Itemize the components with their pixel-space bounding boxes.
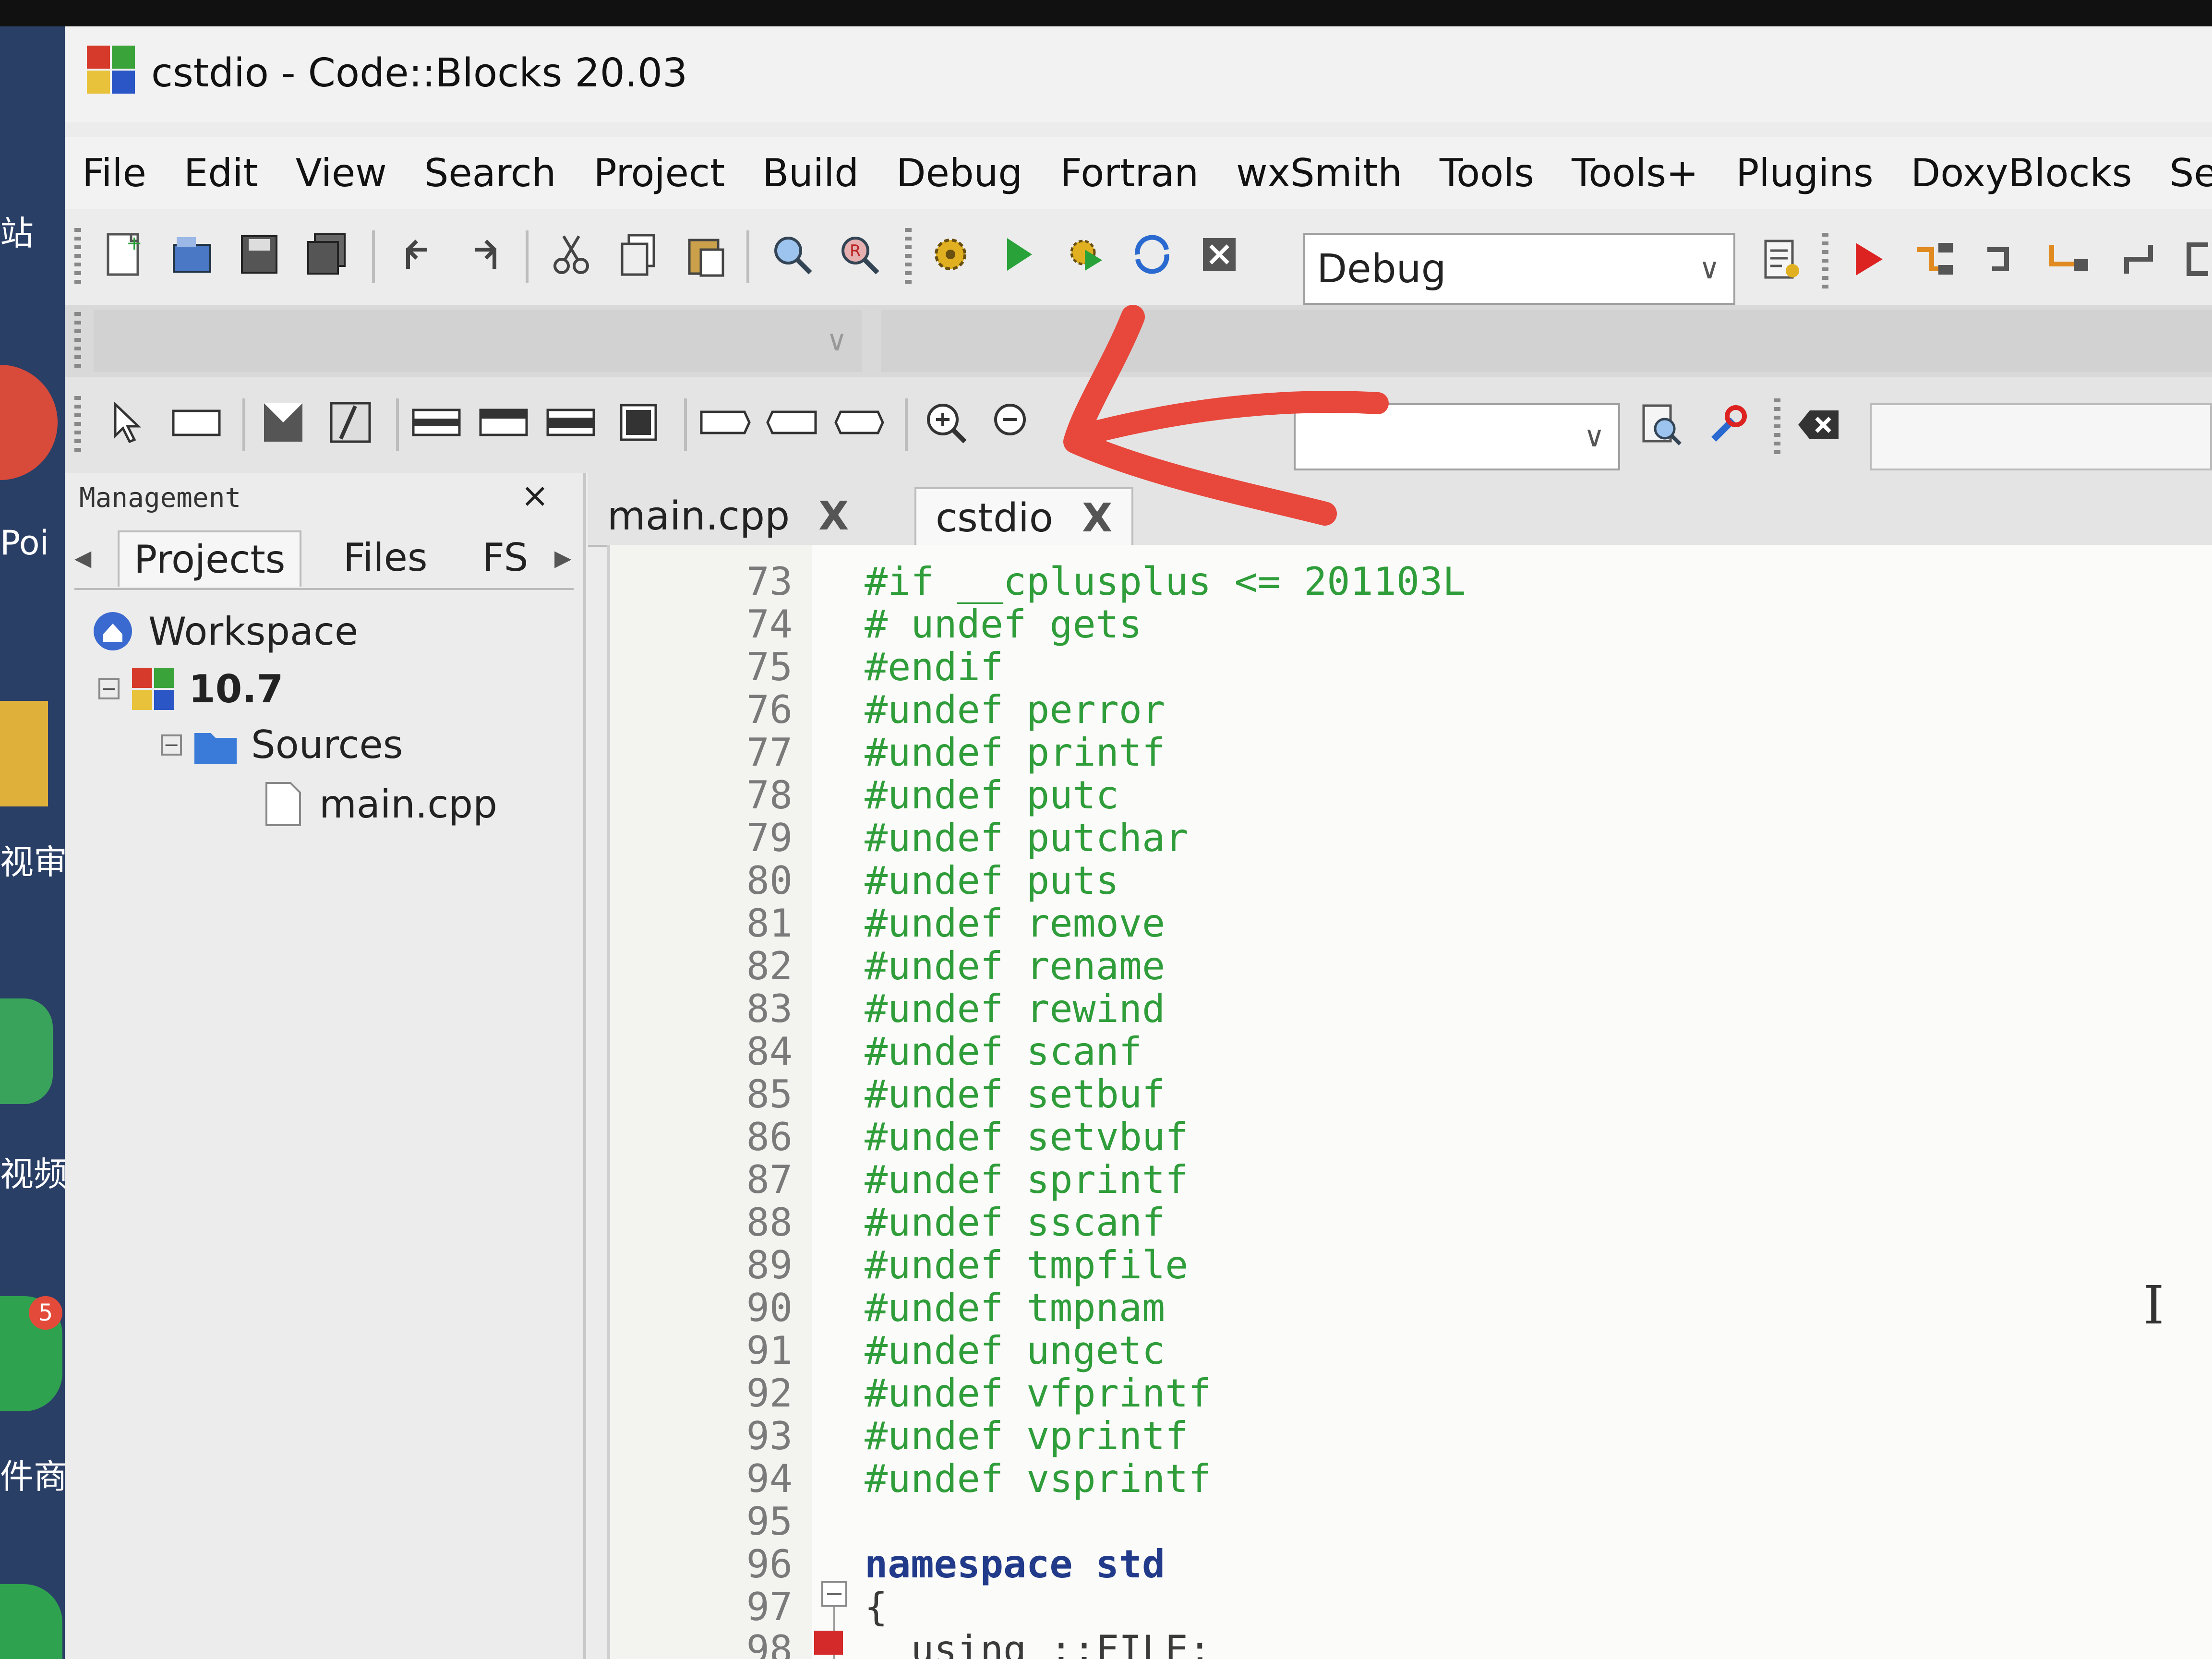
desktop-background: 站 Poi 视审 视频 5 件商 cstdio - Code::Blocks 2… — [0, 0, 2212, 1659]
red-annotation-arrow — [1063, 305, 1389, 526]
